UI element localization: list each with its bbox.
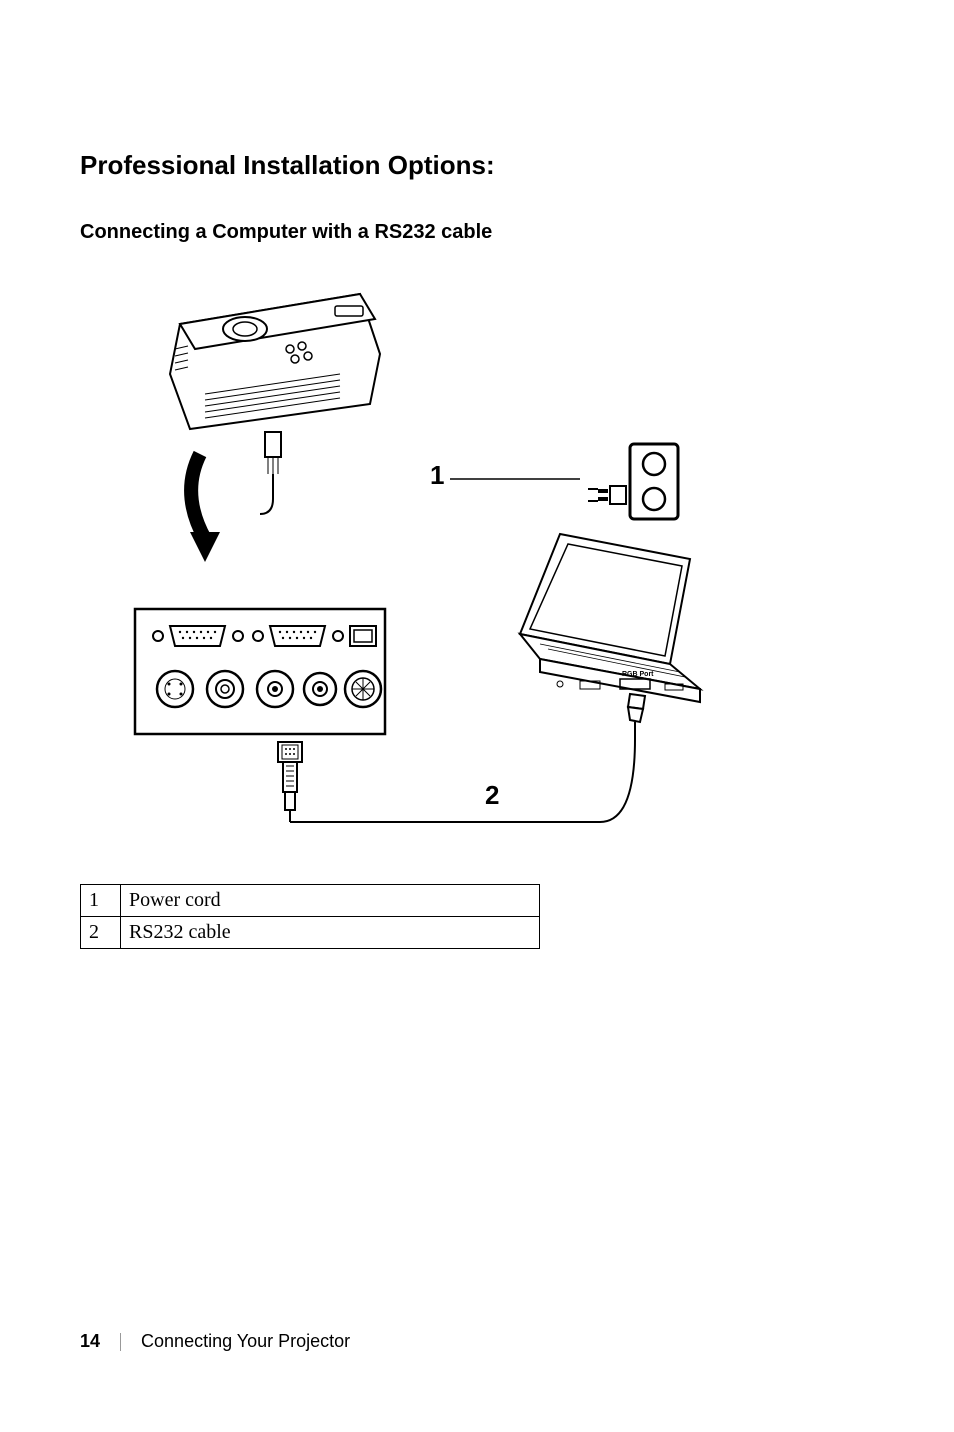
rs232-cable-line [290, 739, 635, 822]
legend-table: 1 Power cord 2 RS232 cable [80, 884, 540, 949]
rs232-laptop-connector [628, 694, 645, 739]
rs232-projector-connector [278, 742, 302, 822]
power-cord-illustration [190, 432, 281, 562]
connection-diagram: 1 [120, 264, 740, 834]
footer-section-title: Connecting Your Projector [141, 1331, 350, 1352]
legend-num: 1 [81, 885, 121, 917]
rgb-port-label: RGB Port [622, 671, 654, 678]
laptop-illustration: RGB Port [520, 534, 700, 702]
wall-outlet-illustration [588, 444, 678, 519]
table-row: 1 Power cord [81, 885, 540, 917]
callout-1: 1 [430, 460, 444, 490]
page-number: 14 [80, 1331, 100, 1352]
subsection-heading: Connecting a Computer with a RS232 cable [80, 221, 874, 244]
legend-label: Power cord [121, 885, 540, 917]
projector-illustration [170, 294, 380, 429]
legend-label: RS232 cable [121, 917, 540, 949]
section-heading: Professional Installation Options: [80, 150, 874, 181]
table-row: 2 RS232 cable [81, 917, 540, 949]
legend-num: 2 [81, 917, 121, 949]
footer-divider [120, 1333, 121, 1351]
page-footer: 14 Connecting Your Projector [80, 1331, 350, 1352]
diagram-svg: 1 [120, 264, 740, 834]
projector-back-panel [135, 609, 385, 734]
callout-2: 2 [485, 780, 499, 810]
